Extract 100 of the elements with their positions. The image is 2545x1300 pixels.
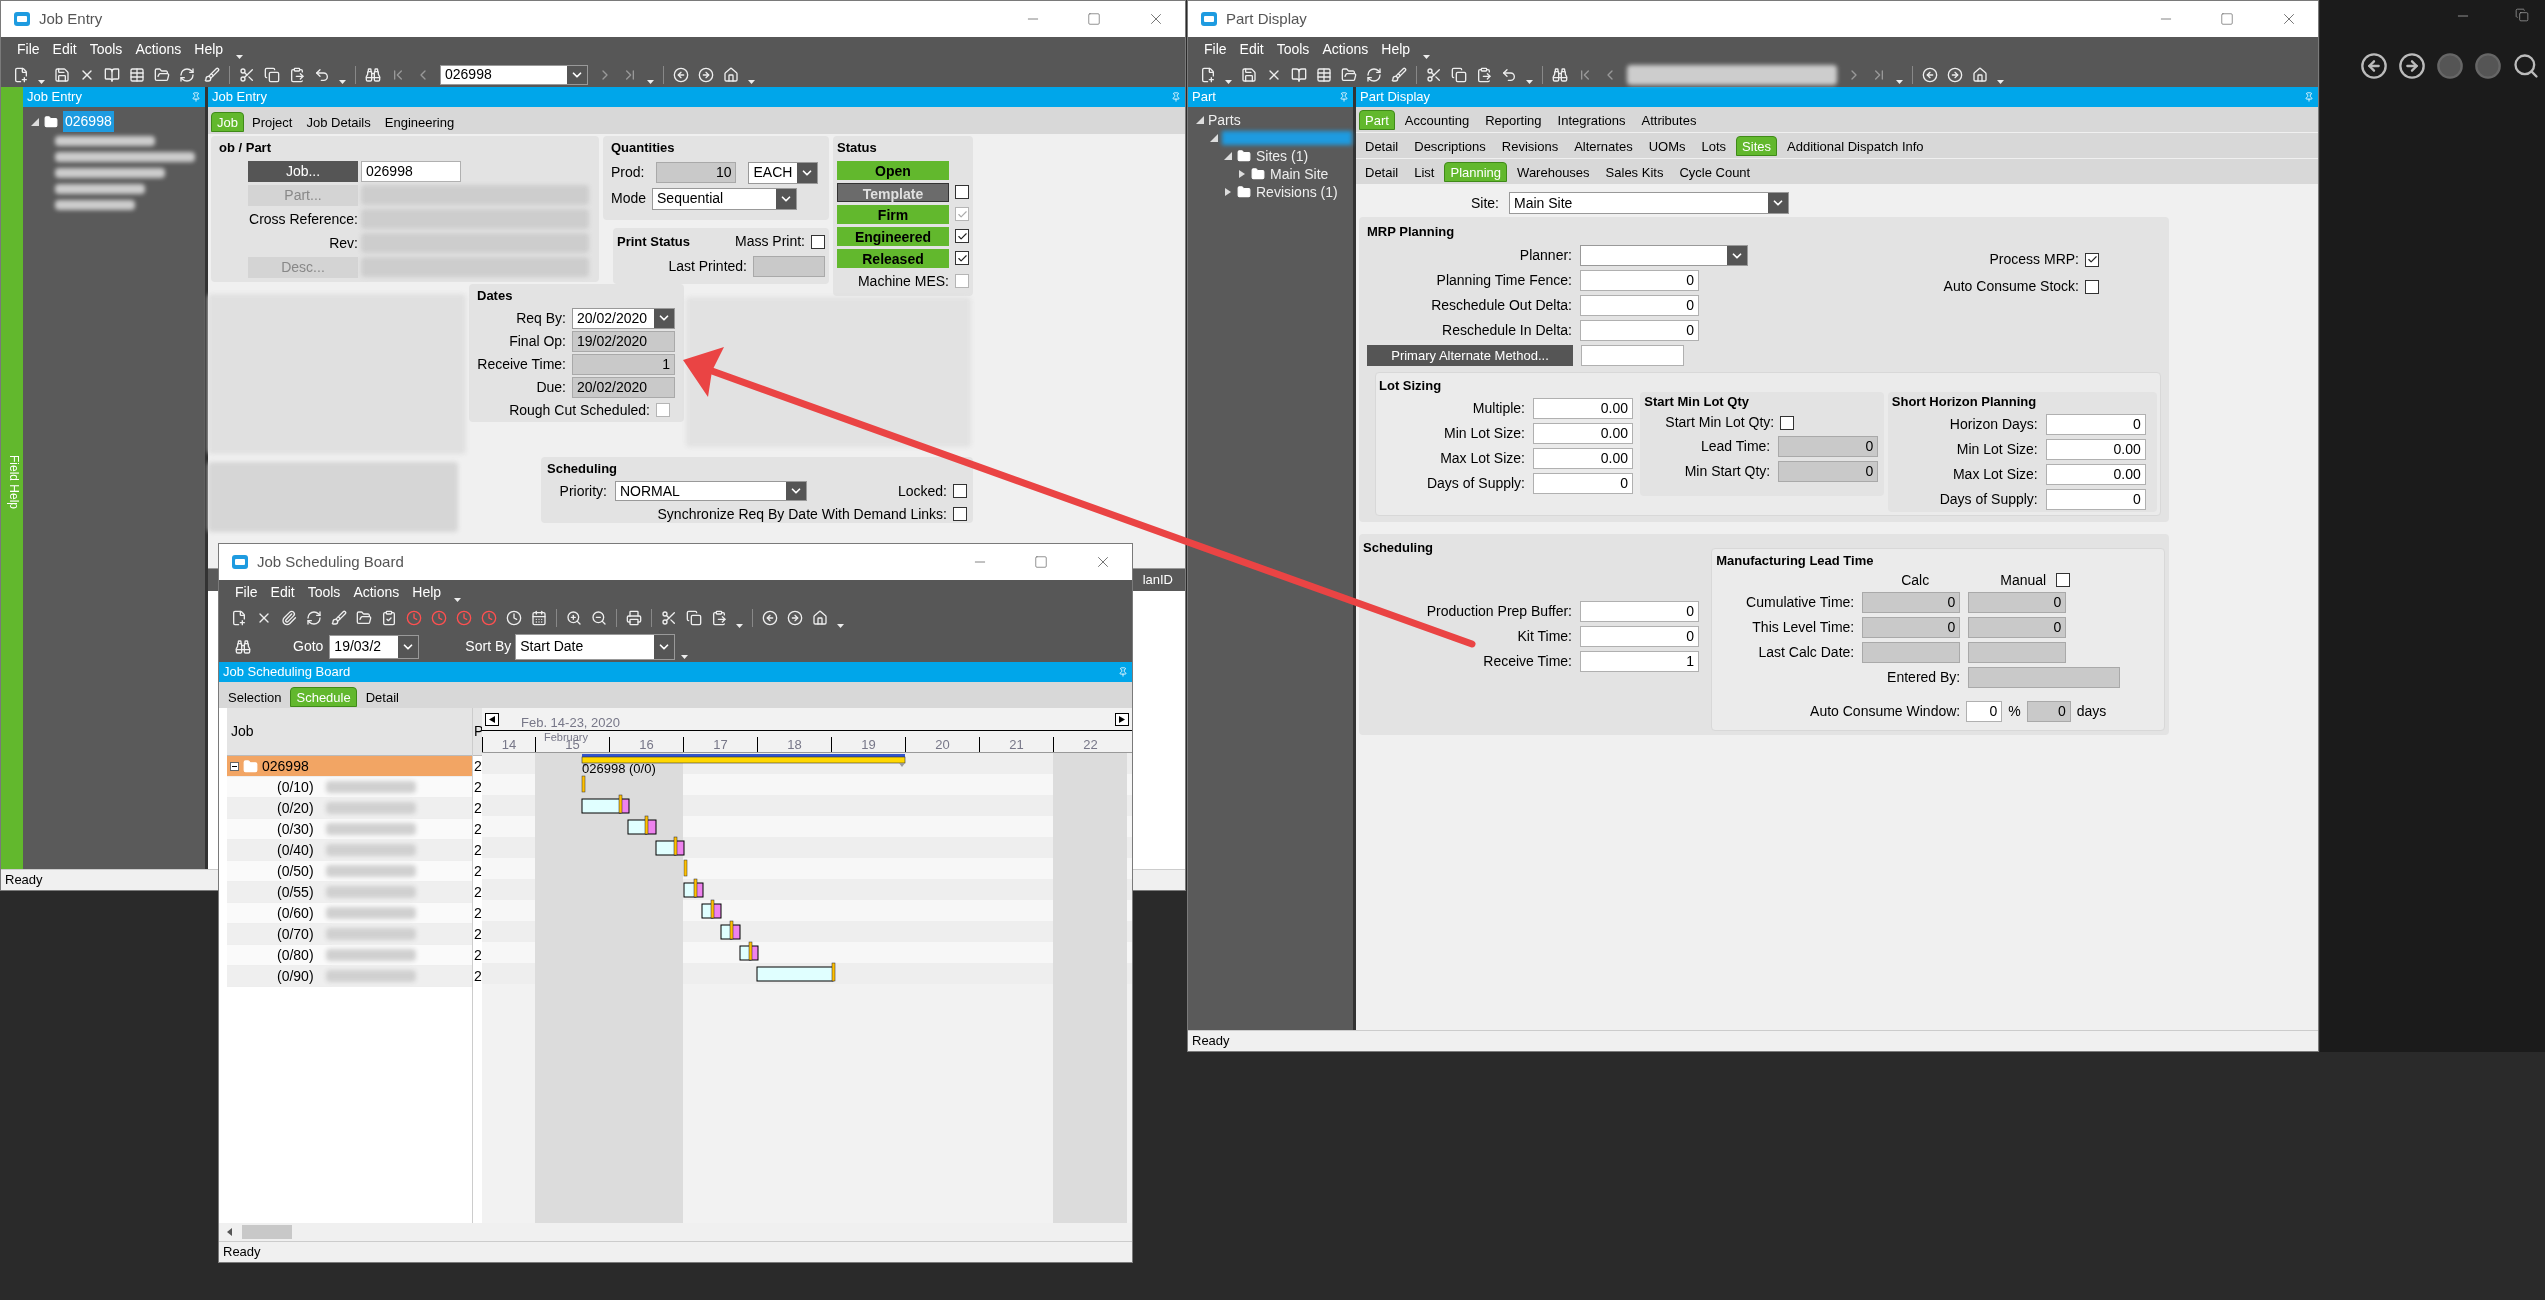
search-icon[interactable] (2512, 52, 2540, 80)
menu-item[interactable]: Edit (270, 582, 295, 603)
grid-icon[interactable] (1316, 66, 1332, 83)
folder-icon[interactable] (1341, 66, 1357, 83)
readonly-field[interactable]: 20/02/2020 (572, 376, 675, 398)
binoculars-icon[interactable] (235, 638, 251, 655)
collapsed-triangle-icon[interactable] (1238, 170, 1246, 178)
input-field[interactable]: 0.00 (2045, 463, 2146, 485)
tab[interactable]: Cycle Count (1673, 162, 1757, 182)
readonly-field[interactable]: 19/02/2020 (572, 330, 675, 352)
menu-item[interactable]: File (235, 582, 258, 603)
tab[interactable]: Detail (359, 687, 405, 707)
readonly-field[interactable]: 1 (572, 353, 675, 375)
readonly-field[interactable]: 0 (1778, 435, 1879, 457)
menu-item[interactable]: Actions (135, 39, 182, 60)
zoom-in-icon[interactable] (566, 610, 582, 626)
checkbox[interactable] (955, 229, 969, 243)
tab[interactable]: Additional Dispatch Info (1781, 136, 1930, 156)
zoom-out-icon[interactable] (591, 610, 607, 626)
home-icon[interactable] (1972, 66, 1988, 83)
menu-item[interactable]: Tools (89, 39, 123, 60)
input-field[interactable]: 0 (2045, 488, 2146, 510)
status-button[interactable]: Released (837, 248, 949, 268)
copy-icon[interactable] (264, 66, 280, 83)
input-field[interactable]: 0.00 (1533, 397, 1633, 419)
scrollbar-thumb[interactable] (242, 1225, 292, 1239)
binoculars-icon[interactable] (365, 66, 381, 83)
attachment-icon[interactable] (281, 610, 297, 626)
printer-icon[interactable] (626, 610, 642, 626)
expanded-triangle-icon[interactable] (1224, 152, 1232, 160)
input-field[interactable]: 0 (1580, 601, 1699, 622)
readonly-field[interactable]: 0 (1862, 617, 1961, 638)
readonly-field[interactable]: 0 (1968, 592, 2067, 613)
readonly-field[interactable] (1862, 642, 1961, 663)
menu-item[interactable]: Actions (353, 582, 400, 603)
paste-icon[interactable] (1476, 66, 1492, 83)
cut-icon[interactable] (239, 66, 255, 83)
grid-icon[interactable] (129, 66, 145, 83)
input-field[interactable]: 0 (1533, 472, 1633, 494)
checkbox[interactable] (955, 185, 969, 199)
sort-dropdown[interactable]: Start Date (515, 633, 676, 660)
tab[interactable]: Alternates (1568, 136, 1639, 156)
readonly-field[interactable]: 0 (2026, 700, 2071, 722)
unit-dropdown[interactable]: EACH (748, 161, 819, 184)
readonly-field[interactable]: 10 (656, 162, 737, 183)
input-field[interactable]: 0 (1580, 270, 1699, 291)
menu-item[interactable]: Tools (307, 582, 341, 603)
tab[interactable]: Project (245, 112, 299, 132)
job-button[interactable]: Job... (248, 160, 358, 182)
priority-dropdown[interactable]: NORMAL (615, 481, 807, 501)
status-button[interactable]: Open (837, 160, 949, 180)
readonly-field[interactable] (1968, 667, 2121, 688)
menu-item[interactable]: Actions (1322, 39, 1369, 60)
tab[interactable]: Descriptions (1408, 136, 1492, 156)
cut-icon[interactable] (1426, 66, 1442, 83)
scroll-right-button[interactable] (1115, 712, 1129, 726)
checkbox[interactable] (656, 403, 670, 417)
input-field[interactable]: 0 (2045, 413, 2146, 435)
menu-item[interactable]: Tools (1276, 39, 1310, 60)
paste-icon[interactable] (289, 66, 305, 83)
copy-icon[interactable] (1451, 66, 1467, 83)
goto-dropdown[interactable]: 19/03/2 (329, 634, 420, 659)
readonly-field[interactable]: 0 (1968, 617, 2067, 638)
scroll-left-button[interactable] (485, 712, 499, 726)
input-field[interactable]: 0 (1580, 320, 1699, 341)
expanded-triangle-icon[interactable] (31, 117, 39, 126)
book-icon[interactable] (104, 66, 120, 83)
mode-dropdown[interactable]: Sequential (652, 187, 798, 210)
readonly-field[interactable]: 0 (1778, 460, 1879, 482)
checkbox[interactable] (2085, 252, 2099, 267)
checkbox[interactable] (811, 234, 825, 249)
date-dropdown[interactable]: 20/02/2020 (572, 307, 675, 329)
checkbox[interactable] (1780, 415, 1795, 430)
folder-icon[interactable] (154, 66, 170, 83)
brush-icon[interactable] (204, 66, 220, 83)
new-icon[interactable] (1200, 66, 1216, 83)
menu-item[interactable]: File (1204, 39, 1227, 60)
brush-icon[interactable] (1391, 66, 1407, 83)
brush-icon[interactable] (331, 610, 347, 626)
readonly-field[interactable] (1968, 642, 2067, 663)
tab[interactable]: List (1408, 162, 1441, 182)
home-icon[interactable] (812, 610, 828, 626)
undo-icon[interactable] (1501, 66, 1517, 83)
clipboard-icon[interactable] (381, 610, 397, 626)
expanded-triangle-icon[interactable] (1196, 116, 1204, 124)
back-icon[interactable] (2360, 52, 2388, 80)
input-field[interactable]: 026998 (361, 160, 461, 182)
input-field[interactable]: 0.00 (1533, 422, 1633, 444)
record-combobox[interactable]: 026998 (440, 64, 588, 85)
tab[interactable]: Job Details (300, 112, 377, 132)
collapse-icon[interactable] (230, 761, 239, 771)
save-icon[interactable] (1241, 66, 1257, 83)
tab[interactable]: Warehouses (1511, 162, 1596, 182)
input-field[interactable]: 1 (1580, 651, 1699, 672)
new-icon[interactable] (231, 610, 247, 626)
undo-icon[interactable] (314, 66, 330, 83)
collapsed-triangle-icon[interactable] (1224, 188, 1232, 196)
primary-alternate-method-button[interactable]: Primary Alternate Method... (1367, 345, 1573, 366)
input-field[interactable]: 0 (1580, 295, 1699, 316)
tab[interactable]: Attributes (1635, 110, 1703, 130)
